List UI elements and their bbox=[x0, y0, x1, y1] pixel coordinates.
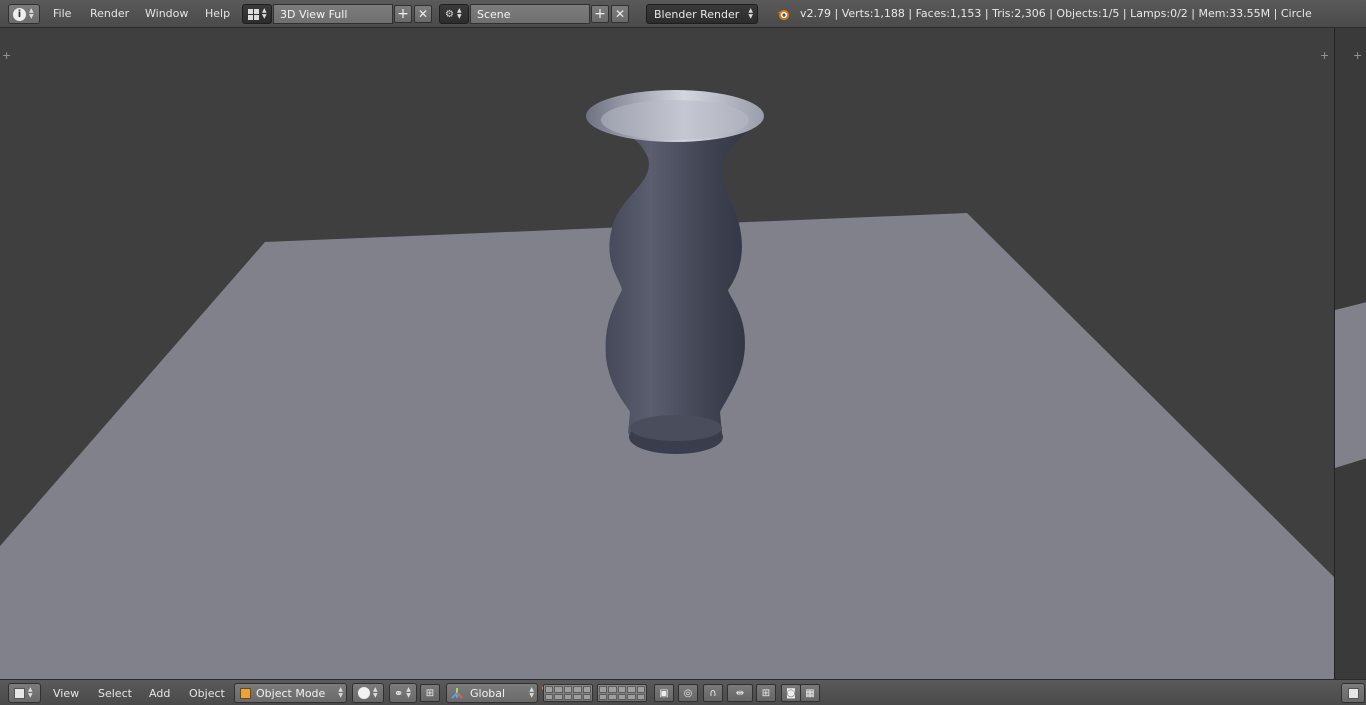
lock-scene-layers-button[interactable]: ▣ bbox=[654, 684, 674, 702]
close-icon: ✕ bbox=[614, 7, 626, 21]
mode-label: Object Mode bbox=[256, 686, 326, 700]
scene-name[interactable]: Scene bbox=[470, 4, 590, 24]
updown-icon: ▲ ▼ bbox=[529, 686, 534, 699]
3d-viewport[interactable]: + + bbox=[0, 28, 1334, 679]
object-mode-icon bbox=[240, 687, 251, 699]
snap-target-icon: ⊞ bbox=[761, 687, 771, 699]
snap-toggle-button[interactable]: ∩ bbox=[703, 684, 723, 702]
side-region-strip[interactable]: + bbox=[1334, 28, 1366, 679]
region-expand-icon[interactable]: + bbox=[1353, 50, 1362, 61]
solid-shading-icon bbox=[358, 687, 370, 699]
manipulator-toggle[interactable]: ⊞ bbox=[420, 684, 440, 702]
updown-icon: ▲ ▼ bbox=[338, 686, 343, 699]
render-engine-label: Blender Render bbox=[654, 7, 740, 21]
scene-icon: ⚙ bbox=[445, 8, 454, 20]
close-icon: ✕ bbox=[417, 7, 429, 21]
vase-rim-inner bbox=[601, 100, 749, 140]
pivot-point-dropdown[interactable]: ⚭ ▲ ▼ bbox=[389, 683, 417, 703]
layers-group-1[interactable] bbox=[543, 684, 593, 702]
updown-icon: ▲ ▼ bbox=[262, 7, 267, 20]
layer-icon: ▣ bbox=[659, 687, 669, 699]
updown-icon: ▲ ▼ bbox=[28, 686, 33, 699]
layers-group-2[interactable] bbox=[597, 684, 647, 702]
plus-icon: + bbox=[397, 6, 409, 22]
magnet-icon: ∩ bbox=[709, 687, 717, 699]
viewport-scene bbox=[0, 90, 1334, 679]
screen-layout-name[interactable]: 3D View Full bbox=[273, 4, 393, 24]
orientation-label: Global bbox=[470, 686, 506, 700]
camera-icon: ◙ bbox=[786, 687, 796, 699]
side-region-preview bbox=[1335, 302, 1366, 468]
pivot-icon: ⚭ bbox=[394, 686, 404, 700]
3d-view-header: ▲ ▼ View Select Add Object Object Mode ▲ ▼… bbox=[0, 679, 1366, 705]
manipulator-icon: ⊞ bbox=[425, 687, 435, 699]
blender-logo-icon bbox=[776, 7, 790, 21]
vase-base-ring bbox=[630, 415, 722, 441]
opengl-render-animation-button[interactable]: ▦ bbox=[800, 684, 820, 702]
clapper-icon: ▦ bbox=[805, 687, 815, 699]
updown-icon: ▲ ▼ bbox=[373, 686, 378, 699]
viewport-shading-dropdown[interactable]: ▲ ▼ bbox=[352, 683, 384, 703]
delete-layout-button[interactable]: ✕ bbox=[414, 5, 432, 23]
plus-icon: + bbox=[594, 6, 606, 22]
region-expand-icon[interactable]: + bbox=[2, 50, 11, 61]
transform-orientation-dropdown[interactable]: Global ▲ ▼ bbox=[446, 683, 538, 703]
delete-scene-button[interactable]: ✕ bbox=[611, 5, 629, 23]
snap-increment-icon: ⇹ bbox=[735, 687, 745, 699]
updown-icon: ▲ ▼ bbox=[456, 7, 462, 20]
menu-object[interactable]: Object bbox=[189, 687, 225, 700]
transform-axes-icon bbox=[450, 686, 464, 700]
side-editor-type-button[interactable] bbox=[1341, 683, 1365, 703]
snap-target-button[interactable]: ⊞ bbox=[756, 684, 776, 702]
proportional-edit-button[interactable]: ◎ bbox=[678, 684, 698, 702]
info-header: i ▲ ▼ File Render Window Help ▲ ▼ 3D View … bbox=[0, 0, 1366, 28]
menu-file[interactable]: File bbox=[53, 7, 71, 20]
opengl-render-button[interactable]: ◙ bbox=[781, 684, 801, 702]
editor-type-button[interactable]: i ▲ ▼ bbox=[8, 4, 40, 24]
updown-icon: ▲ ▼ bbox=[406, 686, 411, 699]
render-engine-dropdown[interactable]: Blender Render ▲ ▼ bbox=[646, 4, 758, 24]
info-icon: i bbox=[13, 7, 26, 21]
menu-view[interactable]: View bbox=[53, 687, 79, 700]
menu-window[interactable]: Window bbox=[145, 7, 188, 20]
menu-add[interactable]: Add bbox=[149, 687, 170, 700]
cube-icon bbox=[14, 687, 25, 699]
menu-select[interactable]: Select bbox=[98, 687, 132, 700]
screen-layout-icon bbox=[248, 8, 259, 20]
add-layout-button[interactable]: + bbox=[394, 5, 412, 23]
cube-icon bbox=[1347, 687, 1359, 699]
mode-dropdown[interactable]: Object Mode ▲ ▼ bbox=[234, 683, 347, 703]
updown-icon: ▲ ▼ bbox=[29, 7, 34, 20]
menu-help[interactable]: Help bbox=[205, 7, 230, 20]
proportional-icon: ◎ bbox=[683, 687, 693, 699]
scene-statistics: v2.79 | Verts:1,188 | Faces:1,153 | Tris… bbox=[800, 7, 1312, 20]
screen-layout-selector[interactable]: ▲ ▼ bbox=[242, 4, 272, 24]
updown-icon: ▲ ▼ bbox=[748, 7, 753, 20]
editor-type-button[interactable]: ▲ ▼ bbox=[8, 683, 41, 703]
add-scene-button[interactable]: + bbox=[591, 5, 609, 23]
snap-element-dropdown[interactable]: ⇹ bbox=[727, 684, 753, 702]
scene-selector[interactable]: ⚙ ▲ ▼ bbox=[439, 4, 469, 24]
menu-render[interactable]: Render bbox=[90, 7, 129, 20]
region-expand-icon[interactable]: + bbox=[1320, 50, 1329, 61]
